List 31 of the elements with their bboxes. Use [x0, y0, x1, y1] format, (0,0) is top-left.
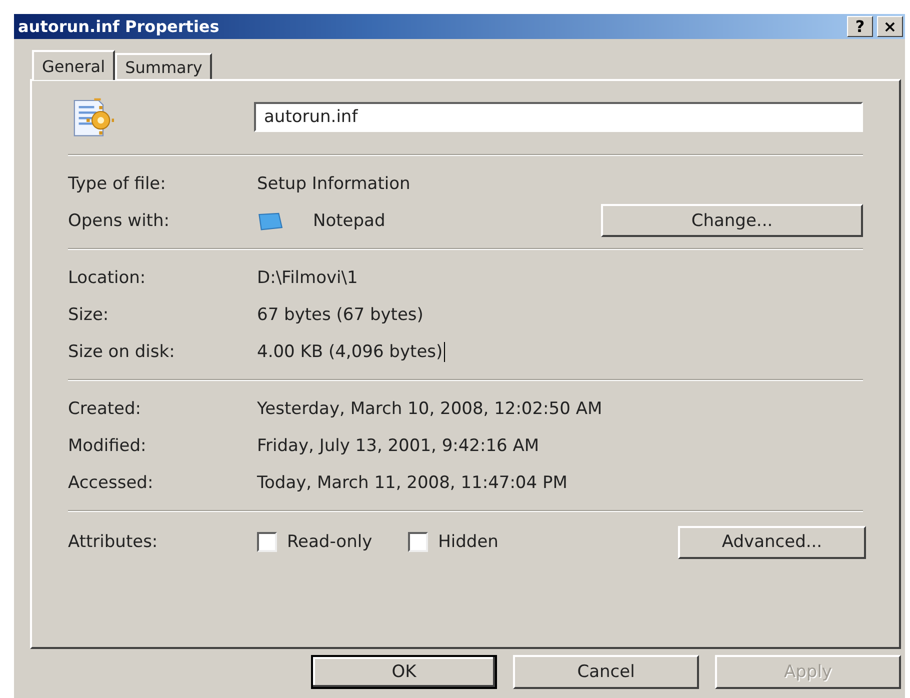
- advanced-button[interactable]: Advanced...: [678, 526, 866, 558]
- field-value: Today, March 11, 2008, 11:47:04 PM: [257, 472, 568, 492]
- field-label: Size on disk:: [68, 342, 176, 362]
- field-value: 4.00 KB (4,096 bytes): [257, 342, 443, 362]
- field-label: Type of file:: [68, 174, 167, 194]
- checkbox-label[interactable]: Hidden: [438, 532, 498, 552]
- change-button[interactable]: Change...: [601, 204, 863, 237]
- field-label: Opens with:: [68, 210, 170, 230]
- field-value: Setup Information: [257, 174, 410, 194]
- field-label: Attributes:: [68, 532, 159, 552]
- tab[interactable]: Summary: [115, 53, 212, 79]
- field-label: Location:: [68, 268, 147, 288]
- field-value: D:\Filmovi\1: [257, 268, 358, 288]
- field-label: Size:: [68, 304, 110, 324]
- field-value: Notepad: [313, 210, 386, 230]
- field-value: 67 bytes (67 bytes): [257, 304, 424, 324]
- close-button[interactable]: ×: [877, 16, 903, 37]
- field-value: Yesterday, March 10, 2008, 12:02:50 AM: [257, 398, 602, 418]
- field-value: Friday, July 13, 2001, 9:42:16 AM: [257, 436, 540, 456]
- checkbox[interactable]: [257, 532, 277, 552]
- field-label: Created:: [68, 398, 142, 418]
- checkbox-label[interactable]: Read-only: [287, 532, 372, 552]
- cancel-button[interactable]: Cancel: [513, 655, 699, 689]
- tab[interactable]: General: [32, 50, 116, 80]
- file-name-field[interactable]: autorun.inf: [254, 102, 863, 132]
- field-label: Modified:: [68, 436, 148, 456]
- field-label: Accessed:: [68, 472, 154, 492]
- ok-button[interactable]: OK: [311, 655, 497, 689]
- checkbox[interactable]: [408, 532, 428, 552]
- help-button[interactable]: ?: [847, 16, 873, 37]
- window-title: autorun.inf Properties: [18, 17, 220, 36]
